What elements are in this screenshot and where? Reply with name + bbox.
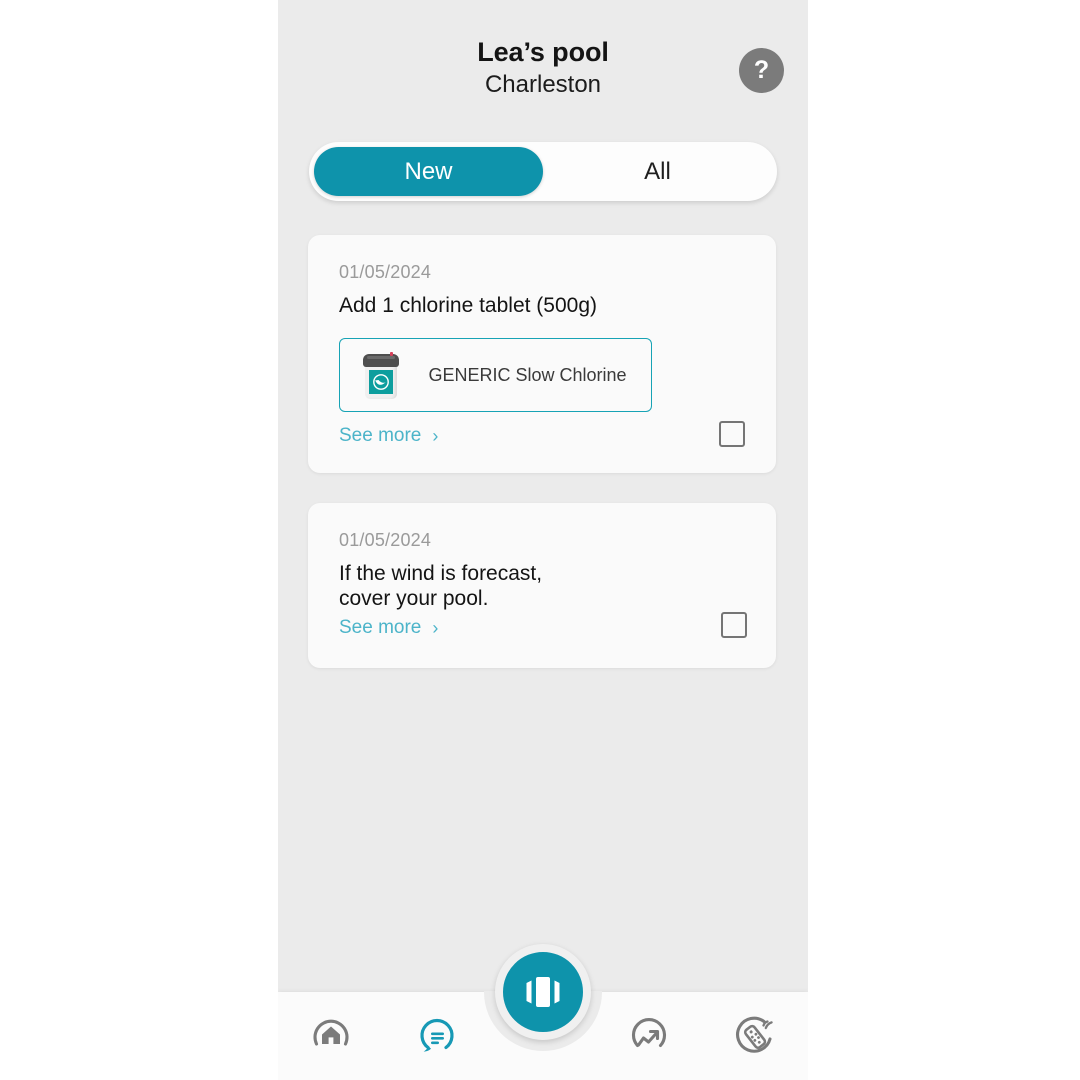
screenshot-root: Lea’s pool Charleston ? New All 01/05/20… [0, 0, 1080, 1080]
filter-tabs[interactable]: New All [309, 142, 777, 201]
task-card[interactable]: 01/05/2024 If the wind is forecast, cove… [308, 503, 776, 668]
question-mark-icon: ? [753, 56, 770, 84]
header-titles: Lea’s pool Charleston [278, 36, 808, 99]
help-button[interactable]: ? [739, 48, 784, 93]
carousel-slides-icon [526, 977, 560, 1007]
card-title: Add 1 chlorine tablet (500g) [339, 294, 597, 317]
phone-viewport: Lea’s pool Charleston ? New All 01/05/20… [278, 0, 808, 1080]
task-checkbox[interactable] [721, 612, 747, 638]
chevron-right-icon: › [432, 618, 439, 638]
nav-item-remote[interactable] [702, 992, 808, 1080]
bottom-navigation [278, 944, 808, 1080]
fab-carousel-button[interactable] [495, 944, 591, 1040]
home-arc-icon [313, 1019, 349, 1046]
page-subtitle: Charleston [484, 71, 602, 98]
task-checkbox[interactable] [719, 421, 745, 447]
card-date: 01/05/2024 [339, 262, 432, 282]
app-header: Lea’s pool Charleston ? [278, 0, 808, 128]
nav-item-messages[interactable] [384, 992, 490, 1080]
nav-item-home[interactable] [278, 992, 384, 1080]
card-title: If the wind is forecast, cover your pool… [339, 562, 543, 610]
chevron-right-icon: › [432, 426, 439, 446]
nav-item-analytics[interactable] [596, 992, 702, 1080]
product-name: GENERIC Slow Chlorine [428, 364, 627, 385]
product-chip[interactable]: GENERIC Slow Chlorine [339, 338, 652, 412]
see-more-label: See more [339, 617, 422, 638]
remote-control-icon [736, 1016, 773, 1053]
chat-bubble-icon [420, 1018, 454, 1052]
task-card[interactable]: 01/05/2024 Add 1 chlorine tablet (500g) [308, 235, 776, 473]
tab-all[interactable]: All [543, 147, 772, 196]
page-title: Lea’s pool [477, 37, 609, 67]
trend-arrow-arc-icon [632, 1018, 666, 1048]
see-more-link[interactable]: See more › [339, 617, 438, 639]
tab-new[interactable]: New [314, 147, 543, 196]
chlorine-bucket-icon [350, 344, 412, 406]
see-more-link[interactable]: See more › [339, 425, 438, 447]
card-date: 01/05/2024 [339, 530, 432, 550]
see-more-label: See more [339, 425, 422, 446]
